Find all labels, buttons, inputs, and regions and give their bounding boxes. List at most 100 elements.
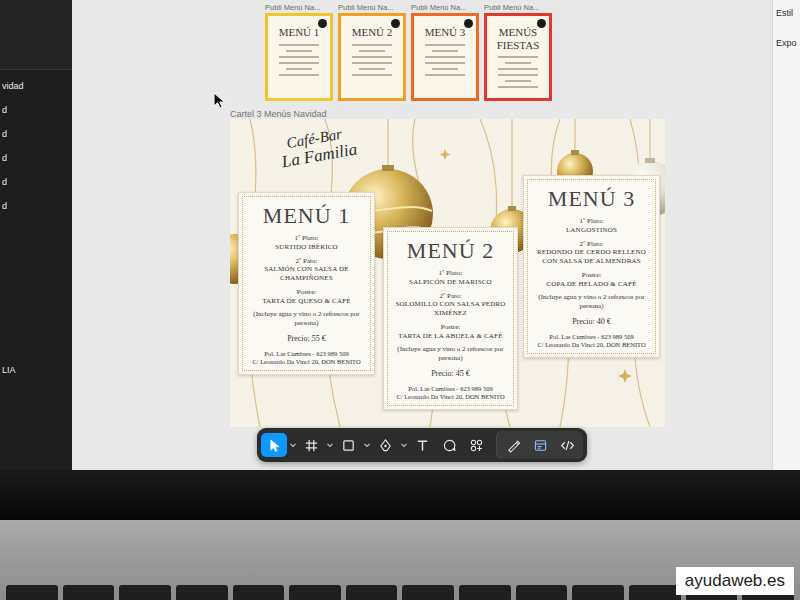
keyboard-key	[516, 585, 568, 600]
thumbnail-frame[interactable]: Publi Menú Na... MENÚ 2	[338, 3, 406, 101]
course: 2º Plato:REDONDO DE CERDO RELLENO CON SA…	[532, 240, 651, 266]
text-tool-button[interactable]	[409, 433, 435, 457]
panel-section[interactable]: Expo	[776, 37, 800, 67]
menu-note: (Incluye agua y vino o 2 refrescos por p…	[532, 293, 651, 311]
panel-section[interactable]: Estil	[776, 7, 800, 37]
text-line	[286, 68, 311, 70]
keyboard-key	[233, 585, 285, 600]
thumbnail-label[interactable]: Publi Menú Na...	[265, 3, 333, 13]
course: 1º Plato:LANGOSTINOS	[532, 217, 651, 235]
actions-tool-button[interactable]	[463, 433, 489, 457]
laptop-screen: vidadddddd LIA Publi Menú Na...MENÚ 1Pub…	[0, 0, 800, 470]
thumbnail-preview[interactable]: MENÚ 1	[265, 13, 333, 101]
thumbnail-title: MENÚS FIESTAS	[490, 26, 546, 51]
design-canvas[interactable]: Publi Menú Na...MENÚ 1Publi Menú Na...ME…	[72, 0, 772, 470]
menu-title: MENÚ 3	[532, 187, 651, 211]
course-dish: TARTA DE QUESO & CAFÉ	[247, 297, 366, 306]
course-label: 2º Plato:	[532, 240, 651, 249]
menu-price: Precio: 55 €	[247, 334, 366, 344]
keyboard-key	[119, 585, 171, 600]
text-line	[279, 44, 318, 46]
menu-card[interactable]: MENÚ 21º Plato:SALPICÓN DE MARISCO2º Pat…	[383, 227, 518, 410]
text-line	[425, 74, 464, 76]
watermark: ayudaweb.es	[676, 567, 794, 595]
sidebar-item[interactable]: vidad	[0, 79, 72, 103]
code-tool-button[interactable]	[554, 433, 580, 457]
thumbnail-preview[interactable]: MENÚ 2	[338, 13, 406, 101]
frame-tool-button[interactable]	[298, 433, 324, 457]
screen-bezel	[0, 470, 800, 520]
poster-frame[interactable]: Café-BarLa Familia MENÚ 11º Plato:SURTID…	[230, 119, 665, 427]
menu-address: Pol. Las Cumbres - 623 989 509	[532, 333, 651, 341]
thumbnail-frame[interactable]: Publi Menú Na...MENÚ 3	[411, 3, 479, 101]
dev-tool-button[interactable]	[527, 433, 553, 457]
thumbnail-preview[interactable]: MENÚ 3	[411, 13, 479, 101]
course: Postre:COPA DE HELADO & CAFÉ	[532, 271, 651, 289]
chevron-button[interactable]	[288, 433, 297, 457]
thumbnail-frame[interactable]: Publi Menú Na... MENÚS FIESTAS	[484, 3, 552, 101]
course-label: 1º Plato:	[247, 234, 366, 243]
thumbnail-row: Publi Menú Na...MENÚ 1Publi Menú Na...ME…	[265, 3, 772, 101]
chevron-button[interactable]	[362, 433, 371, 457]
text-line	[498, 86, 537, 88]
menu-note: (Incluye agua y vino o 2 refrescos por p…	[247, 310, 366, 328]
thumbnail-frame[interactable]: Publi Menú Na... MENÚ 1	[265, 3, 333, 101]
thumbnail-label[interactable]: Publi Menú Na...	[484, 3, 552, 13]
move-icon	[267, 438, 282, 453]
frame-icon	[304, 438, 319, 453]
course: Postre:TARTA DE QUESO & CAFÉ	[247, 288, 366, 306]
thumbnail-label[interactable]: Publi Menú Na...	[338, 3, 406, 13]
sidebar-header	[0, 0, 72, 70]
course-dish: SURTIDO IBÉRICO	[247, 243, 366, 252]
comment-tool-button[interactable]	[436, 433, 462, 457]
frame-label[interactable]: Cartel 3 Menús Navidad	[230, 109, 772, 119]
menu-price: Precio: 40 €	[532, 317, 651, 327]
keyboard-key	[6, 585, 58, 600]
text-line	[498, 56, 537, 58]
menu-address: Pol. Las Cumbres - 623 989 509	[247, 350, 366, 358]
draw-tool-button[interactable]	[500, 433, 526, 457]
text-line	[425, 62, 464, 64]
shape-icon	[341, 438, 356, 453]
text-line	[432, 68, 457, 70]
thumbnail-title: MENÚ 1	[271, 26, 327, 39]
course-label: Postre:	[532, 271, 651, 280]
chevron-button[interactable]	[325, 433, 334, 457]
sidebar-item[interactable]: d	[0, 175, 72, 199]
sidebar-item[interactable]: d	[0, 151, 72, 175]
text-line	[498, 68, 537, 70]
thumbnail-preview[interactable]: MENÚS FIESTAS	[484, 13, 552, 101]
sidebar-item[interactable]: d	[0, 199, 72, 223]
chevron-down-icon	[326, 441, 334, 449]
keyboard-key	[572, 585, 624, 600]
text-line	[425, 44, 464, 46]
sidebar-lower-list: LIA	[0, 363, 72, 387]
menu-title: MENÚ 2	[392, 239, 509, 263]
text-line	[505, 62, 530, 64]
text-line	[425, 56, 464, 58]
course-dish: SALPICÓN DE MARISCO	[392, 278, 509, 287]
pen-tool-button[interactable]	[372, 433, 398, 457]
move-tool-button[interactable]	[261, 433, 287, 457]
text-line	[359, 68, 384, 70]
thumbnail-title: MENÚ 2	[344, 26, 400, 39]
sidebar-item[interactable]: d	[0, 127, 72, 151]
pen-icon	[378, 438, 393, 453]
sidebar-item[interactable]: LIA	[0, 363, 72, 387]
chevron-down-icon	[289, 441, 297, 449]
thumbnail-label[interactable]: Publi Menú Na...	[411, 3, 479, 13]
menu-note: (Incluye agua y vino o 2 refrescos por p…	[392, 345, 509, 363]
layers-sidebar: vidadddddd LIA	[0, 0, 72, 470]
chevron-button[interactable]	[399, 433, 408, 457]
shape-tool-button[interactable]	[335, 433, 361, 457]
text-line	[352, 74, 391, 76]
menu-card[interactable]: MENÚ 3 1º Plato:LANGOSTINOS 2º Plato:REDON…	[523, 175, 660, 358]
keyboard-key	[63, 585, 115, 600]
menu-price: Precio: 45 €	[392, 369, 509, 379]
draw-icon	[506, 438, 521, 453]
menu-card[interactable]: MENÚ 11º Plato:SURTIDO IBÉRICO2º Pato:SA…	[238, 192, 375, 375]
course-label: 2º Pato:	[392, 292, 509, 301]
menu-address: C/ Leonardo Da Vinci 20, DON BENITO	[247, 358, 366, 366]
sidebar-item[interactable]: d	[0, 103, 72, 127]
course: Postre:TARTA DE LA ABUELA & CAFÉ	[392, 323, 509, 341]
